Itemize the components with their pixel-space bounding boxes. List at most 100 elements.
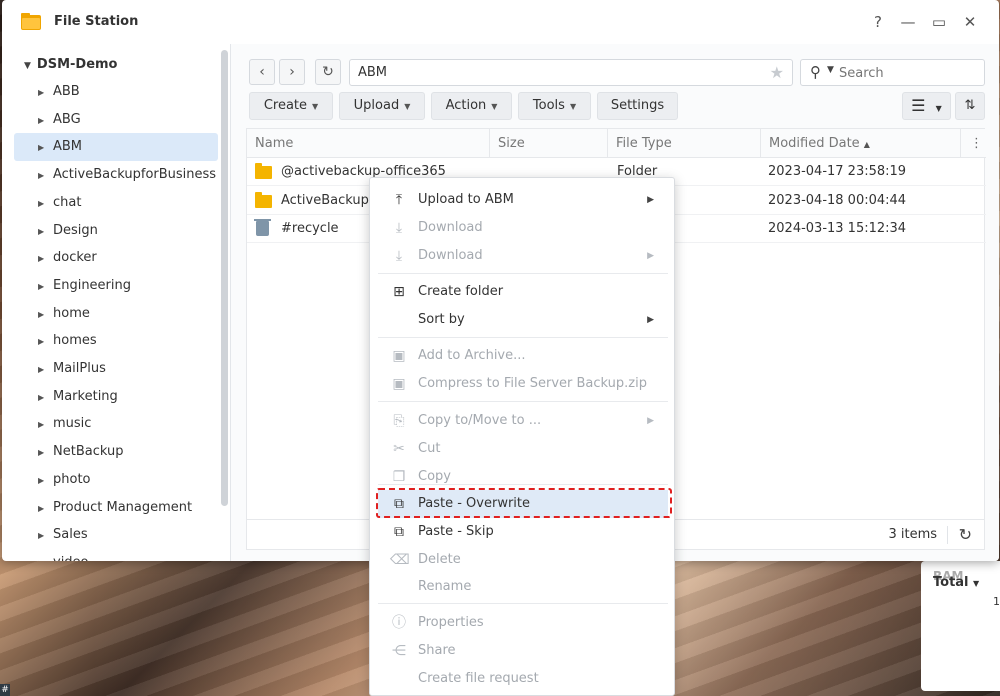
expand-right-icon: ▶ bbox=[38, 337, 45, 347]
menu-item-cut: ✂ Cut bbox=[378, 435, 668, 463]
sidebar-item-homes[interactable]: ▶ homes bbox=[14, 327, 218, 355]
menu-item-label: Delete bbox=[418, 552, 461, 567]
chevron-down-icon: ▼ bbox=[569, 102, 577, 111]
view-mode-button[interactable]: ☰ ▼ bbox=[902, 92, 951, 120]
forward-button[interactable]: › bbox=[279, 59, 305, 85]
folder-tree: ▼ DSM-Demo ▶ ABB ▶ ABG ▶ ABM ▶ ActiveBackupforBu… bbox=[2, 44, 230, 561]
menu-item-download: ⤓ Download bbox=[378, 214, 668, 242]
sidebar-item-design[interactable]: ▶ Design bbox=[14, 217, 218, 245]
sidebar-item-abg[interactable]: ▶ ABG bbox=[14, 106, 218, 134]
tree-root-label: DSM-Demo bbox=[36, 57, 118, 72]
column-file-type[interactable]: File Type bbox=[608, 129, 761, 158]
column-name[interactable]: Name bbox=[247, 129, 490, 158]
chevron-down-icon: ▼ bbox=[491, 102, 498, 111]
settings-button[interactable]: Settings bbox=[597, 92, 678, 120]
menu-item-upload-to-abm[interactable]: ⤒ Upload to ABM ▶ bbox=[378, 186, 668, 214]
window-title: File Station bbox=[54, 14, 139, 29]
chevron-right-icon: ▶ bbox=[647, 315, 654, 325]
expand-right-icon: ▶ bbox=[38, 448, 45, 458]
refresh-icon[interactable]: ↻ bbox=[959, 520, 972, 550]
sidebar-item-netbackup[interactable]: ▶ NetBackup bbox=[14, 438, 218, 466]
sidebar-item-product-management[interactable]: ▶ Product Management bbox=[14, 494, 218, 522]
close-button[interactable]: ✕ bbox=[960, 12, 980, 32]
sidebar-item-sales[interactable]: ▶ Sales bbox=[14, 521, 218, 549]
sidebar-item-photo[interactable]: ▶ photo bbox=[14, 466, 218, 494]
action-button[interactable]: Action ▼ bbox=[431, 92, 512, 120]
menu-item-label: Create file request bbox=[418, 671, 539, 686]
menu-item-label: Rename bbox=[418, 579, 472, 594]
chevron-down-icon[interactable]: ▼ bbox=[827, 65, 834, 75]
copy-move-icon: ⎘ bbox=[393, 413, 405, 429]
column-options-icon[interactable]: ⋮ bbox=[961, 129, 986, 158]
help-button[interactable]: ? bbox=[868, 12, 888, 32]
list-view-icon: ☰ bbox=[911, 96, 926, 115]
sidebar-item-label: Engineering bbox=[53, 277, 131, 293]
sidebar-item-label: photo bbox=[53, 471, 91, 487]
create-button[interactable]: Create ▼ bbox=[249, 92, 333, 120]
chevron-down-icon: ▼ bbox=[312, 102, 319, 111]
sidebar-item-video[interactable]: ▶ video bbox=[14, 549, 218, 561]
resource-widget: RAM Total ▼ 1 bbox=[921, 561, 1000, 691]
sort-button[interactable]: ⇅ bbox=[955, 92, 985, 120]
expand-right-icon: ▶ bbox=[38, 171, 45, 181]
sidebar-item-music[interactable]: ▶ music bbox=[14, 410, 218, 438]
expand-right-icon: ▶ bbox=[38, 143, 45, 153]
sidebar-item-label: NetBackup bbox=[53, 444, 124, 460]
minimize-button[interactable]: — bbox=[898, 12, 918, 32]
menu-item-create-folder[interactable]: ⊞ Create folder bbox=[378, 278, 668, 306]
column-size[interactable]: Size bbox=[490, 129, 608, 158]
menu-item-paste-skip[interactable]: ⧉ Paste - Skip bbox=[378, 518, 668, 546]
sidebar-item-mailplus[interactable]: ▶ MailPlus bbox=[14, 355, 218, 383]
sidebar-item-activebackupforbusiness[interactable]: ▶ ActiveBackupforBusiness bbox=[14, 161, 218, 189]
menu-item-sort-by[interactable]: Sort by ▶ bbox=[378, 306, 668, 334]
file-list-header: Name Size File Type Modified Date ▲ ⋮ bbox=[247, 129, 986, 158]
expand-right-icon: ▶ bbox=[38, 254, 45, 264]
sidebar-item-docker[interactable]: ▶ docker bbox=[14, 244, 218, 272]
chevron-down-icon: ▼ bbox=[935, 104, 942, 113]
maximize-button[interactable]: ▭ bbox=[929, 12, 949, 32]
sidebar-item-engineering[interactable]: ▶ Engineering bbox=[14, 272, 218, 300]
sidebar-item-abb[interactable]: ▶ ABB bbox=[14, 78, 218, 106]
menu-item-label: Cut bbox=[418, 441, 441, 456]
search-input[interactable] bbox=[839, 63, 979, 83]
sidebar-item-abm[interactable]: ▶ ABM bbox=[14, 133, 218, 162]
refresh-button[interactable]: ↻ bbox=[315, 59, 341, 85]
sidebar-item-home[interactable]: ▶ home bbox=[14, 300, 218, 328]
chevron-right-icon: ▶ bbox=[647, 195, 654, 205]
upload-button[interactable]: Upload ▼ bbox=[339, 92, 425, 120]
menu-item-copy-to-move-to: ⎘ Copy to/Move to ... ▶ bbox=[378, 407, 668, 435]
tools-button[interactable]: Tools ▼ bbox=[518, 92, 591, 120]
paste-icon: ⧉ bbox=[394, 524, 404, 540]
sidebar-item-label: MailPlus bbox=[53, 361, 106, 376]
sidebar-item-label: chat bbox=[53, 194, 82, 210]
sidebar-item-label: homes bbox=[53, 333, 97, 349]
tree-root-dsm-demo[interactable]: ▼ DSM-Demo bbox=[24, 57, 118, 72]
title-bar[interactable]: File Station ? — ▭ ✕ bbox=[2, 0, 999, 44]
sidebar-item-chat[interactable]: ▶ chat bbox=[14, 189, 218, 217]
star-icon[interactable]: ★ bbox=[770, 60, 784, 85]
search-icon[interactable]: ⚲ bbox=[810, 63, 821, 81]
menu-item-copy: ❐ Copy bbox=[378, 463, 668, 491]
search-box[interactable]: ⚲ ▼ bbox=[800, 59, 985, 86]
column-modified-label: Modified Date bbox=[769, 136, 860, 151]
expand-right-icon: ▶ bbox=[38, 198, 45, 208]
menu-item-rename: Rename bbox=[378, 573, 668, 601]
back-button[interactable]: ‹ bbox=[249, 59, 275, 85]
sidebar-item-label: Design bbox=[53, 222, 98, 238]
column-modified-date[interactable]: Modified Date ▲ bbox=[761, 129, 961, 158]
upload-icon: ⤒ bbox=[395, 192, 403, 208]
chevron-right-icon: ▶ bbox=[647, 251, 654, 261]
expand-right-icon: ▶ bbox=[38, 475, 45, 485]
upload-label: Upload bbox=[353, 98, 400, 113]
menu-item-label: Download bbox=[418, 248, 483, 263]
sidebar-item-marketing[interactable]: ▶ Marketing bbox=[14, 383, 218, 411]
sidebar-scrollbar[interactable] bbox=[221, 50, 228, 506]
widget-total-dropdown[interactable]: Total ▼ bbox=[933, 575, 979, 590]
sidebar-item-label: video bbox=[53, 555, 89, 561]
menu-separator bbox=[378, 337, 668, 338]
sort-icon: ⇅ bbox=[964, 98, 976, 113]
status-divider bbox=[947, 526, 948, 544]
sidebar-item-label: Sales bbox=[53, 527, 88, 543]
expand-right-icon: ▶ bbox=[38, 309, 45, 319]
path-bar[interactable]: ABM ★ bbox=[349, 59, 793, 86]
